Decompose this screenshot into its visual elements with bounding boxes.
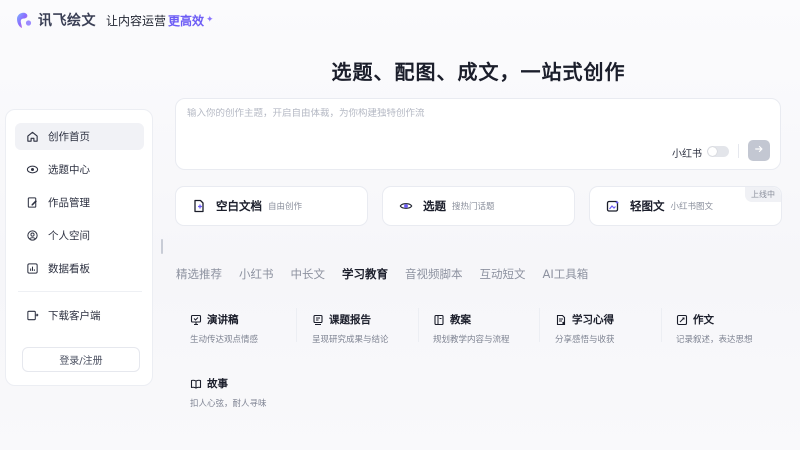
sidebar-item-topics[interactable]: 选题中心 [15,156,144,183]
template-title: 演讲稿 [207,314,239,326]
topic-input[interactable] [187,108,747,119]
sidebar-item-label: 个人空间 [48,230,90,242]
image-text-icon [606,199,620,213]
sidebar-divider [18,291,142,292]
mode-card-topic[interactable]: 选题 搜热门话题 [382,186,575,226]
divider [738,144,739,158]
book-icon [190,378,202,390]
slogan-prefix: 让内容运营 [106,13,167,28]
user-space-icon [25,229,39,243]
sidebar-item-label: 选题中心 [48,164,90,176]
iflytek-logo-icon[interactable] [14,10,34,30]
tab-long-article[interactable]: 中长文 [291,266,326,282]
template-desc: 记录叙述，表达思想 [676,335,753,345]
tab-interactive-short[interactable]: 互动短文 [480,266,526,282]
speech-icon [190,314,202,326]
template-desc: 呈现研究成果与结论 [312,335,389,345]
send-button[interactable] [748,140,770,161]
brand-name[interactable]: 讯飞绘文 [38,10,96,30]
mode-title: 轻图文 [630,199,665,213]
app-page: 讯飞绘文 让内容运营 更高效 ✦ 创作首页 选题中心 作品管理 个人空间 数据看… [0,0,800,450]
chart-icon [25,262,39,276]
template-desc: 分享感悟与收获 [555,335,615,345]
xhs-toggle[interactable] [707,146,729,157]
sidebar-item-label: 创作首页 [48,131,90,143]
template-desc: 生动传达观点情感 [190,335,259,345]
notes-icon [555,314,567,326]
divider [296,308,297,342]
xhs-toggle-label: 小红书 [672,149,702,160]
mode-subtitle: 小红书图文 [670,202,714,212]
sidebar-item-dashboard[interactable]: 数据看板 [15,255,144,282]
status-badge: 上线中 [745,187,781,202]
template-card-essay[interactable]: 作文 记录叙述，表达思想 [676,312,794,346]
mode-subtitle: 自由创作 [268,202,303,212]
sidebar-collapse-handle[interactable] [161,239,163,254]
login-register-button[interactable]: 登录/注册 [22,347,140,372]
template-title: 故事 [207,378,228,390]
sparkle-icon: ✦ [206,15,214,25]
essay-icon [676,314,688,326]
tab-ai-toolbox[interactable]: AI工具箱 [543,266,589,282]
template-card-speech[interactable]: 演讲稿 生动传达观点情感 [190,312,308,346]
template-title: 学习心得 [572,314,614,326]
slogan-highlight: 更高效 [168,13,205,28]
tab-learning-education[interactable]: 学习教育 [342,266,388,282]
page-title: 选题、配图、成文，一站式创作 [331,60,626,84]
sidebar-item-label: 数据看板 [48,263,90,275]
mode-title: 空白文档 [216,199,262,213]
topic-eye-icon [399,199,413,213]
sidebar-item-works[interactable]: 作品管理 [15,189,144,216]
template-title: 课题报告 [329,314,371,326]
edit-doc-icon [25,196,39,210]
mode-title: 选题 [423,199,446,213]
divider [539,308,540,342]
download-client-icon [25,309,39,323]
tab-av-script[interactable]: 音视频脚本 [405,266,463,282]
slogan: 让内容运营 更高效 ✦ [106,12,214,29]
tab-xiaohongshu[interactable]: 小红书 [239,266,274,282]
blank-doc-icon [192,199,206,213]
divider [661,308,662,342]
template-title: 教案 [450,314,471,326]
report-icon [312,314,324,326]
sidebar-item-personal[interactable]: 个人空间 [15,222,144,249]
template-desc: 规划教学内容与流程 [433,335,510,345]
sidebar-item-label: 下载客户端 [48,310,101,322]
divider [418,308,419,342]
category-tabs: 精选推荐 小红书 中长文 学习教育 音视频脚本 互动短文 AI工具箱 [176,266,588,282]
top-header: 讯飞绘文 让内容运营 更高效 ✦ [14,8,214,32]
template-desc: 扣人心弦，耐人寻味 [190,399,267,409]
lesson-icon [433,314,445,326]
template-card-research-report[interactable]: 课题报告 呈现研究成果与结论 [312,312,430,346]
template-card-story[interactable]: 故事 扣人心弦，耐人寻味 [190,376,308,410]
toggle-knob [708,147,717,156]
sidebar: 创作首页 选题中心 作品管理 个人空间 数据看板 下载客户端 登录/注册 [5,109,153,386]
arrow-right-icon [754,144,764,157]
template-card-lesson-plan[interactable]: 教案 规划教学内容与流程 [433,312,551,346]
template-card-study-notes[interactable]: 学习心得 分享感悟与收获 [555,312,673,346]
eye-icon [25,163,39,177]
home-icon [25,130,39,144]
mode-card-blank-doc[interactable]: 空白文档 自由创作 [175,186,368,226]
tab-featured[interactable]: 精选推荐 [176,266,222,282]
mode-subtitle: 搜热门话题 [452,202,495,212]
sidebar-item-home[interactable]: 创作首页 [15,123,144,150]
prompt-box: 小红书 [175,98,781,170]
template-title: 作文 [693,314,714,326]
sidebar-item-download[interactable]: 下载客户端 [15,302,144,329]
sidebar-item-label: 作品管理 [48,197,90,209]
mode-card-image-text[interactable]: 轻图文 小红书图文 上线中 [589,186,782,226]
